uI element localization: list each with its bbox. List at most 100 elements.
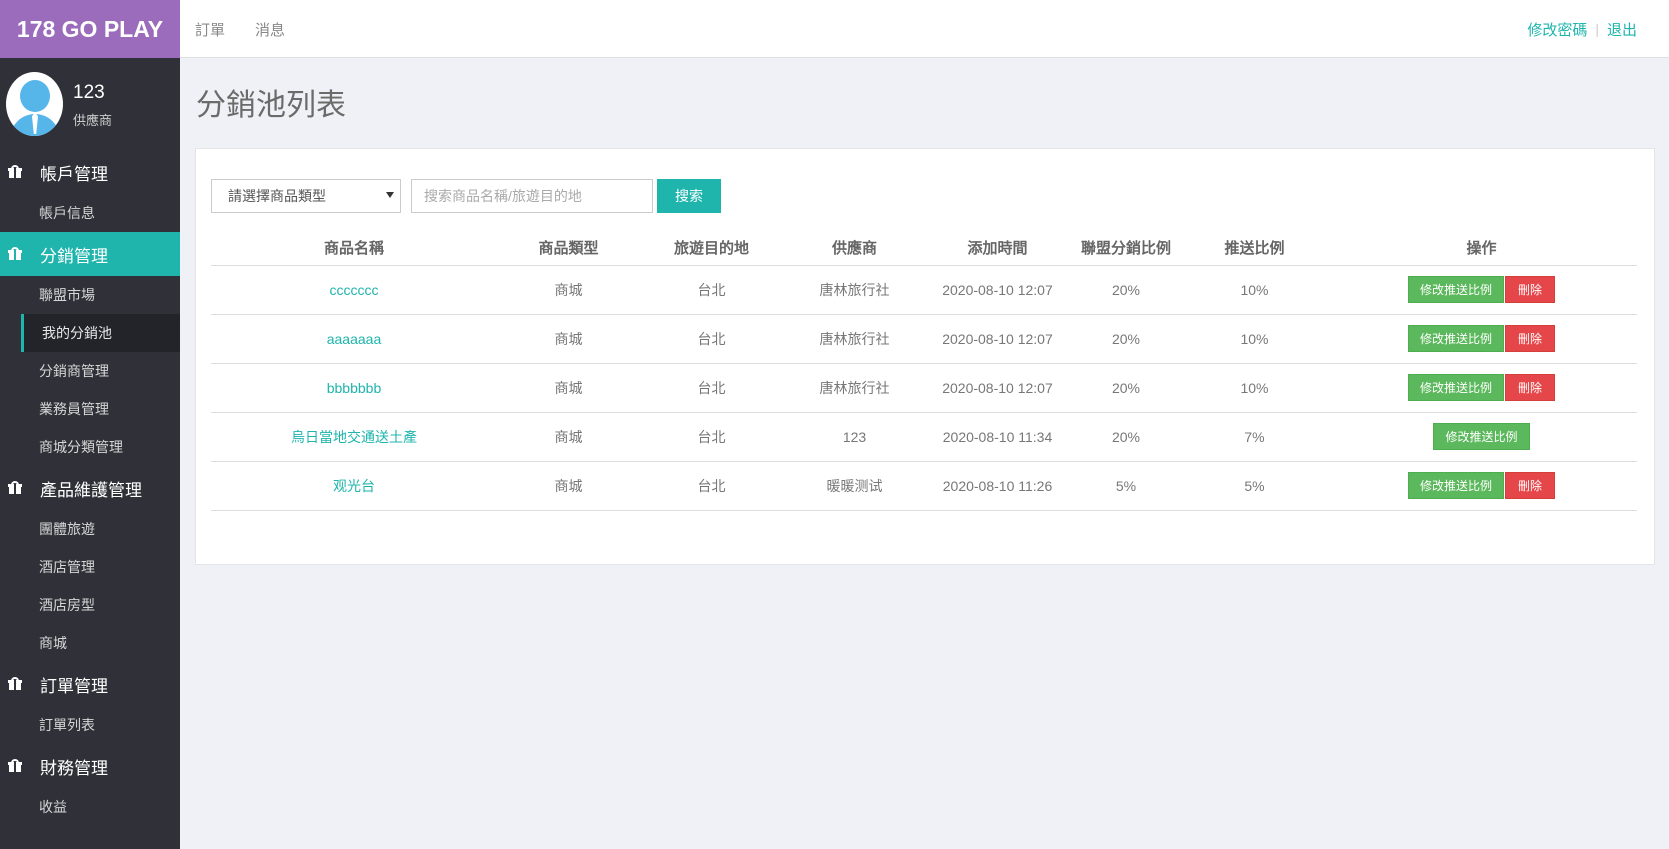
gift-icon <box>8 759 22 773</box>
sidebar: 178 GO PLAY 123 供應商 帳戶管理 帳戶信息 分銷管理 聯盟市場 … <box>0 0 180 849</box>
edit-push-ratio-button[interactable]: 修改推送比例 <box>1407 325 1504 352</box>
product-name-link[interactable]: bbbbbbb <box>211 363 497 413</box>
actions-cell: 修改推送比例 刪除 <box>1326 314 1637 364</box>
column-header-supplier: 供應商 <box>783 231 926 266</box>
top-nav: 訂單 消息 <box>195 0 315 58</box>
sidebar-group-product-maintenance[interactable]: 產品維護管理 <box>0 466 180 510</box>
destination-cell: 台北 <box>640 363 783 413</box>
supplier-cell: 暖暖测试 <box>783 461 926 511</box>
sidebar-group-order-management[interactable]: 訂單管理 <box>0 662 180 706</box>
added-time-cell: 2020-08-10 12:07 <box>926 265 1069 315</box>
table-row: ccccccc 商城 台北 唐林旅行社 2020-08-10 12:07 20%… <box>211 265 1637 315</box>
nav-orders-link[interactable]: 訂單 <box>195 19 225 40</box>
edit-push-ratio-button[interactable]: 修改推送比例 <box>1407 374 1504 401</box>
alliance-ratio-cell: 20% <box>1069 265 1183 315</box>
delete-button[interactable]: 刪除 <box>1505 472 1556 499</box>
search-input[interactable] <box>411 179 653 213</box>
avatar <box>6 72 63 136</box>
alliance-ratio-cell: 20% <box>1069 412 1183 462</box>
product-name-link[interactable]: 观光台 <box>211 461 497 511</box>
product-type-select[interactable]: 請選擇商品類型 <box>211 179 401 213</box>
top-bar: 訂單 消息 修改密碼 | 退出 <box>180 0 1669 58</box>
table-header-row: 商品名稱 商品類型 旅遊目的地 供應商 添加時間 聯盟分銷比例 推送比例 操作 <box>211 231 1637 266</box>
sidebar-group-distribution[interactable]: 分銷管理 <box>0 232 180 276</box>
column-header-actions: 操作 <box>1326 231 1637 266</box>
search-button[interactable]: 搜索 <box>657 179 721 213</box>
delete-button[interactable]: 刪除 <box>1505 325 1556 352</box>
sidebar-item-salesperson-management[interactable]: 業務員管理 <box>0 390 180 428</box>
nav-messages-link[interactable]: 消息 <box>255 19 285 40</box>
push-ratio-cell: 10% <box>1183 265 1326 315</box>
sidebar-group-label: 產品維護管理 <box>40 480 142 500</box>
edit-push-ratio-button[interactable]: 修改推送比例 <box>1407 472 1504 499</box>
sidebar-item-order-list[interactable]: 訂單列表 <box>0 706 180 744</box>
destination-cell: 台北 <box>640 314 783 364</box>
product-type-cell: 商城 <box>497 314 640 364</box>
supplier-cell: 唐林旅行社 <box>783 265 926 315</box>
sidebar-group-finance-management[interactable]: 財務管理 <box>0 744 180 788</box>
delete-button[interactable]: 刪除 <box>1505 276 1556 303</box>
supplier-cell: 123 <box>783 412 926 462</box>
sidebar-item-hotel-room-type[interactable]: 酒店房型 <box>0 586 180 624</box>
destination-cell: 台北 <box>640 461 783 511</box>
caret-down-icon <box>386 192 394 198</box>
product-name-link[interactable]: aaaaaaa <box>211 314 497 364</box>
sidebar-group-account[interactable]: 帳戶管理 <box>0 150 180 194</box>
push-ratio-cell: 10% <box>1183 363 1326 413</box>
product-type-cell: 商城 <box>497 265 640 315</box>
sidebar-item-hotel-management[interactable]: 酒店管理 <box>0 548 180 586</box>
column-header-product-type: 商品類型 <box>497 231 640 266</box>
sidebar-item-mall-category-management[interactable]: 商城分類管理 <box>0 428 180 466</box>
sidebar-item-revenue[interactable]: 收益 <box>0 788 180 826</box>
sidebar-item-distributor-management[interactable]: 分銷商管理 <box>0 352 180 390</box>
table-row: 烏日當地交通送土產 商城 台北 123 2020-08-10 11:34 20%… <box>211 412 1637 462</box>
product-name-link[interactable]: ccccccc <box>211 265 497 315</box>
actions-cell: 修改推送比例 刪除 <box>1326 265 1637 315</box>
sidebar-item-alliance-market[interactable]: 聯盟市場 <box>0 276 180 314</box>
alliance-ratio-cell: 20% <box>1069 314 1183 364</box>
user-name: 123 <box>73 81 105 103</box>
actions-cell: 修改推送比例 刪除 <box>1326 363 1637 413</box>
destination-cell: 台北 <box>640 412 783 462</box>
column-header-push-ratio: 推送比例 <box>1183 231 1326 266</box>
actions-cell: 修改推送比例 刪除 <box>1326 461 1637 511</box>
logout-link[interactable]: 退出 <box>1607 19 1637 40</box>
supplier-cell: 唐林旅行社 <box>783 363 926 413</box>
sidebar-group-label: 財務管理 <box>40 758 108 778</box>
user-profile: 123 供應商 <box>0 58 180 150</box>
push-ratio-cell: 10% <box>1183 314 1326 364</box>
sidebar-item-group-tour[interactable]: 團體旅遊 <box>0 510 180 548</box>
product-type-cell: 商城 <box>497 461 640 511</box>
sidebar-item-my-distribution-pool[interactable]: 我的分銷池 <box>21 314 180 352</box>
column-header-added-time: 添加時間 <box>926 231 1069 266</box>
sidebar-item-account-info[interactable]: 帳戶信息 <box>0 194 180 232</box>
change-password-link[interactable]: 修改密碼 <box>1527 19 1587 40</box>
filter-bar: 請選擇商品類型 搜索 <box>211 179 721 213</box>
table-row: bbbbbbb 商城 台北 唐林旅行社 2020-08-10 12:07 20%… <box>211 363 1637 413</box>
supplier-cell: 唐林旅行社 <box>783 314 926 364</box>
edit-push-ratio-button[interactable]: 修改推送比例 <box>1407 276 1504 303</box>
product-name-link[interactable]: 烏日當地交通送土產 <box>211 412 497 462</box>
destination-cell: 台北 <box>640 265 783 315</box>
app-logo[interactable]: 178 GO PLAY <box>0 0 180 58</box>
distribution-pool-table: 商品名稱 商品類型 旅遊目的地 供應商 添加時間 聯盟分銷比例 推送比例 操作 … <box>211 231 1637 511</box>
sidebar-group-label: 訂單管理 <box>40 676 108 696</box>
sidebar-group-label: 分銷管理 <box>40 246 108 266</box>
alliance-ratio-cell: 5% <box>1069 461 1183 511</box>
gift-icon <box>8 165 22 179</box>
page-title: 分銷池列表 <box>196 89 346 122</box>
column-header-alliance-ratio: 聯盟分銷比例 <box>1069 231 1183 266</box>
edit-push-ratio-button[interactable]: 修改推送比例 <box>1433 423 1530 450</box>
added-time-cell: 2020-08-10 11:34 <box>926 412 1069 462</box>
delete-button[interactable]: 刪除 <box>1505 374 1556 401</box>
user-links: 修改密碼 | 退出 <box>1527 0 1637 58</box>
table-row: aaaaaaa 商城 台北 唐林旅行社 2020-08-10 12:07 20%… <box>211 314 1637 364</box>
column-header-product-name: 商品名稱 <box>211 231 497 266</box>
column-header-destination: 旅遊目的地 <box>640 231 783 266</box>
sidebar-item-mall[interactable]: 商城 <box>0 624 180 662</box>
gift-icon <box>8 677 22 691</box>
added-time-cell: 2020-08-10 12:07 <box>926 314 1069 364</box>
gift-icon <box>8 481 22 495</box>
link-separator: | <box>1595 21 1599 37</box>
user-role: 供應商 <box>73 112 113 128</box>
